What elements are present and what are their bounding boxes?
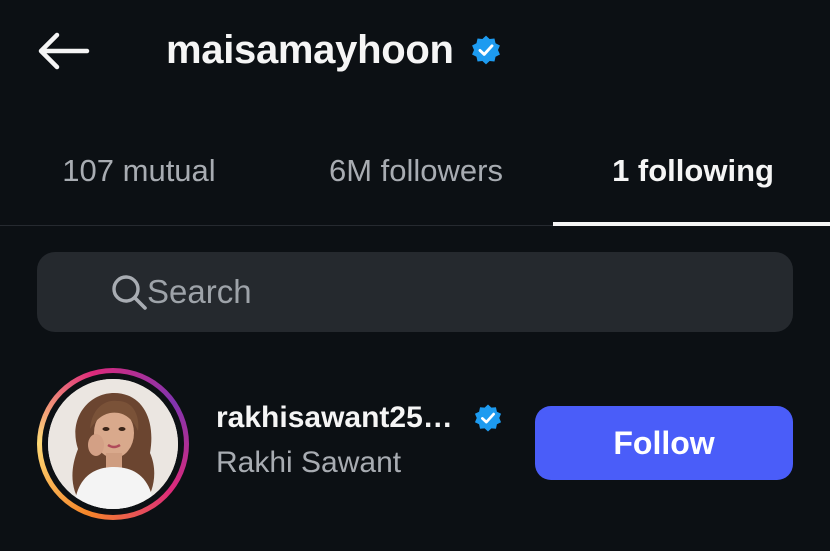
page-title: maisamayhoon — [166, 27, 454, 72]
active-tab-indicator — [553, 222, 830, 226]
username-row: rakhisawant25… — [216, 398, 503, 438]
search-input[interactable] — [147, 252, 767, 332]
arrow-left-icon — [38, 32, 90, 70]
avatar — [48, 379, 178, 509]
following-screen: maisamayhoon 107 mutual 6M followers 1 f… — [0, 0, 830, 551]
username[interactable]: rakhisawant25… — [216, 401, 453, 435]
tab-mutual[interactable]: 107 mutual — [36, 148, 242, 194]
verified-badge-icon — [471, 35, 500, 65]
tab-bar: 107 mutual 6M followers 1 following — [0, 120, 830, 226]
verified-badge-icon — [474, 404, 501, 432]
header: maisamayhoon — [0, 0, 830, 110]
search-bar[interactable] — [37, 252, 793, 332]
full-name: Rakhi Sawant — [216, 446, 402, 479]
title-group: maisamayhoon — [166, 26, 502, 74]
tab-following[interactable]: 1 following — [584, 148, 802, 194]
user-info: rakhisawant25… Rakhi Sawant — [216, 398, 503, 480]
follow-button[interactable]: Follow — [535, 406, 793, 480]
back-button[interactable] — [30, 28, 96, 74]
profile-photo — [48, 379, 178, 509]
search-icon — [112, 275, 147, 310]
avatar-story-ring[interactable] — [37, 368, 189, 520]
tab-followers[interactable]: 6M followers — [298, 148, 534, 194]
list-item[interactable]: rakhisawant25… Rakhi Sawant Follow — [0, 360, 830, 530]
